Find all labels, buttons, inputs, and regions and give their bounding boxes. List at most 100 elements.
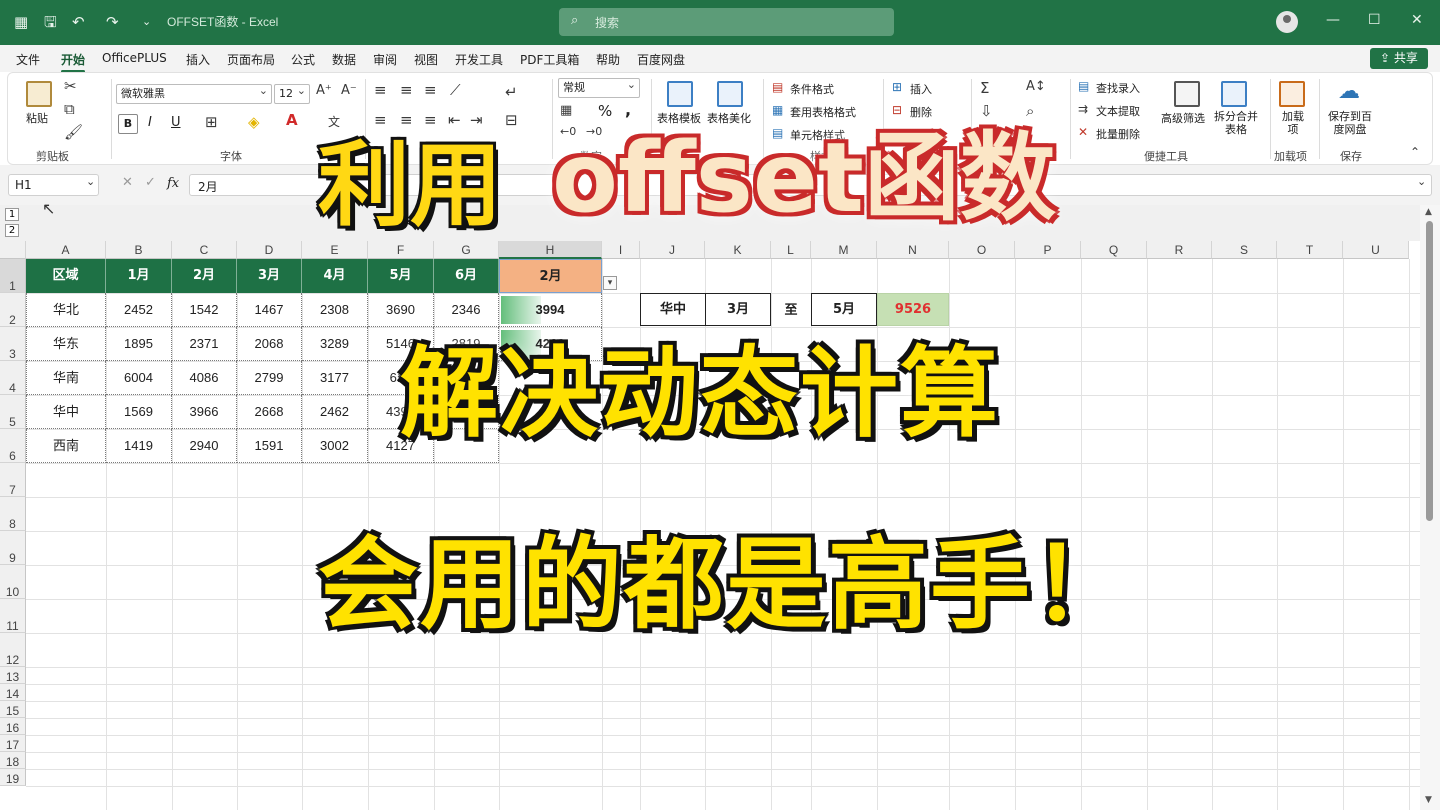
italic-button[interactable]: I (148, 115, 152, 130)
bold-button[interactable]: B (118, 114, 138, 134)
align-middle-icon[interactable]: ≡ (400, 81, 413, 99)
row-header[interactable]: 6 (0, 429, 26, 463)
close-icon[interactable]: ✕ (1411, 12, 1423, 28)
vertical-scrollbar[interactable]: ▲ ▼ (1420, 205, 1440, 810)
value-cell[interactable]: 1542 (172, 293, 237, 327)
tab-data[interactable]: 数据 (332, 51, 356, 68)
split-merge-icon[interactable] (1221, 81, 1247, 107)
query-result-cell[interactable]: 9526 (877, 293, 949, 326)
maximize-icon[interactable]: ☐ (1368, 12, 1381, 28)
tab-developer[interactable]: 开发工具 (455, 51, 503, 68)
row-header[interactable]: 12 (0, 633, 26, 667)
phonetic-icon[interactable]: 文 (328, 113, 340, 130)
select-all-corner[interactable] (0, 241, 26, 259)
sort-filter-icon[interactable]: A↕ (1026, 79, 1046, 94)
row-header[interactable]: 13 (0, 667, 26, 684)
header-month[interactable]: 4月 (302, 259, 368, 293)
fill-icon[interactable]: ⇩ (980, 102, 993, 120)
region-cell[interactable]: 华东 (26, 327, 106, 361)
value-cell[interactable]: 1895 (106, 327, 172, 361)
header-month[interactable]: 5月 (368, 259, 434, 293)
value-cell[interactable]: 2462 (302, 395, 368, 429)
query-region-cell[interactable]: 华中 (640, 293, 706, 326)
column-header[interactable]: T (1277, 241, 1343, 259)
tab-insert[interactable]: 插入 (186, 51, 210, 68)
save-to-baidu-label[interactable]: 保存到百度网盘 (1326, 110, 1374, 136)
advanced-filter-label[interactable]: 高级筛选 (1161, 110, 1205, 126)
tab-officeplus[interactable]: OfficePLUS (102, 51, 167, 65)
align-left-icon[interactable]: ≡ (374, 111, 387, 129)
scroll-up-icon[interactable]: ▲ (1425, 207, 1432, 217)
wrap-text-icon[interactable]: ↵ (505, 83, 518, 101)
column-header[interactable]: G (434, 241, 499, 259)
currency-icon[interactable]: ▦ (560, 103, 572, 118)
dropdown-arrow-icon[interactable]: ▾ (603, 276, 617, 290)
value-cell[interactable]: 2346 (434, 293, 499, 327)
enter-formula-icon[interactable]: ✓ (145, 175, 156, 190)
find-select-icon[interactable]: ⌕ (1026, 102, 1034, 120)
row-header[interactable]: 4 (0, 361, 26, 395)
value-cell[interactable]: 2668 (237, 395, 302, 429)
column-header[interactable]: M (811, 241, 877, 259)
text-extract-icon[interactable]: ⇉ (1078, 102, 1088, 116)
baidu-cloud-icon[interactable]: ☁ (1338, 79, 1360, 104)
addins-label[interactable]: 加载项 (1280, 110, 1306, 136)
row-header[interactable]: 8 (0, 497, 26, 531)
value-cell[interactable]: 2452 (106, 293, 172, 327)
value-cell[interactable]: 3002 (302, 429, 368, 463)
find-entry-icon[interactable]: ▤ (1078, 79, 1089, 93)
header-month[interactable]: 1月 (106, 259, 172, 293)
font-color-icon[interactable]: A (286, 111, 298, 129)
decrease-font-icon[interactable]: A⁻ (341, 83, 357, 98)
row-header[interactable]: 11 (0, 599, 26, 633)
conditional-format-icon[interactable]: ▤ (772, 80, 783, 94)
column-header[interactable]: U (1343, 241, 1409, 259)
value-cell[interactable]: 3177 (302, 361, 368, 395)
column-header[interactable]: Q (1081, 241, 1147, 259)
row-header[interactable]: 1 (0, 259, 26, 293)
column-header[interactable]: R (1147, 241, 1212, 259)
query-end-month-cell[interactable]: 5月 (811, 293, 877, 326)
column-header[interactable]: E (302, 241, 368, 259)
offset-sum-cell[interactable]: 3994 (499, 293, 602, 327)
align-bottom-icon[interactable]: ≡ (424, 81, 437, 99)
undo-icon[interactable]: ↶ (72, 12, 85, 32)
batch-delete-icon[interactable]: ✕ (1078, 125, 1088, 139)
column-header[interactable]: D (237, 241, 302, 259)
find-entry-label[interactable]: 查找录入 (1096, 80, 1140, 96)
column-header[interactable]: K (705, 241, 771, 259)
value-cell[interactable]: 4086 (172, 361, 237, 395)
value-cell[interactable]: 2308 (302, 293, 368, 327)
header-region[interactable]: 区域 (26, 259, 106, 293)
column-header[interactable]: C (172, 241, 237, 259)
fill-color-icon[interactable]: ◈ (248, 113, 260, 131)
format-as-table-label[interactable]: 套用表格格式 (790, 104, 856, 120)
save-icon[interactable]: 🖫 (44, 12, 57, 32)
row-header[interactable]: 18 (0, 752, 26, 769)
table-beautify-icon[interactable] (717, 81, 743, 107)
format-as-table-icon[interactable]: ▦ (772, 103, 783, 117)
delete-cells-icon[interactable]: ⊟ (892, 103, 902, 117)
expand-formula-icon[interactable]: ⌄ (1417, 175, 1426, 188)
insert-cells-label[interactable]: 插入 (910, 81, 932, 97)
query-start-month-cell[interactable]: 3月 (705, 293, 771, 326)
column-header[interactable]: H (499, 241, 602, 259)
insert-function-button[interactable]: fx (167, 176, 179, 191)
border-icon[interactable]: ⊞ (205, 113, 218, 131)
share-button[interactable]: ⇪ 共享 (1370, 48, 1428, 69)
paste-icon[interactable] (26, 81, 52, 107)
region-cell[interactable]: 西南 (26, 429, 106, 463)
tab-formulas[interactable]: 公式 (291, 51, 315, 68)
column-header[interactable]: O (949, 241, 1015, 259)
tab-pdf-tools[interactable]: PDF工具箱 (520, 51, 579, 68)
autosum-icon[interactable]: Σ (980, 79, 989, 97)
row-header[interactable]: 16 (0, 718, 26, 735)
row-header[interactable]: 9 (0, 531, 26, 565)
search-input[interactable]: ⌕ 搜索 (559, 8, 894, 36)
row-header[interactable]: 2 (0, 293, 26, 327)
align-right-icon[interactable]: ≡ (424, 111, 437, 129)
percent-button[interactable]: % (598, 102, 612, 120)
batch-delete-label[interactable]: 批量删除 (1096, 126, 1140, 142)
underline-button[interactable]: U (171, 115, 181, 130)
addins-icon[interactable] (1279, 81, 1305, 107)
